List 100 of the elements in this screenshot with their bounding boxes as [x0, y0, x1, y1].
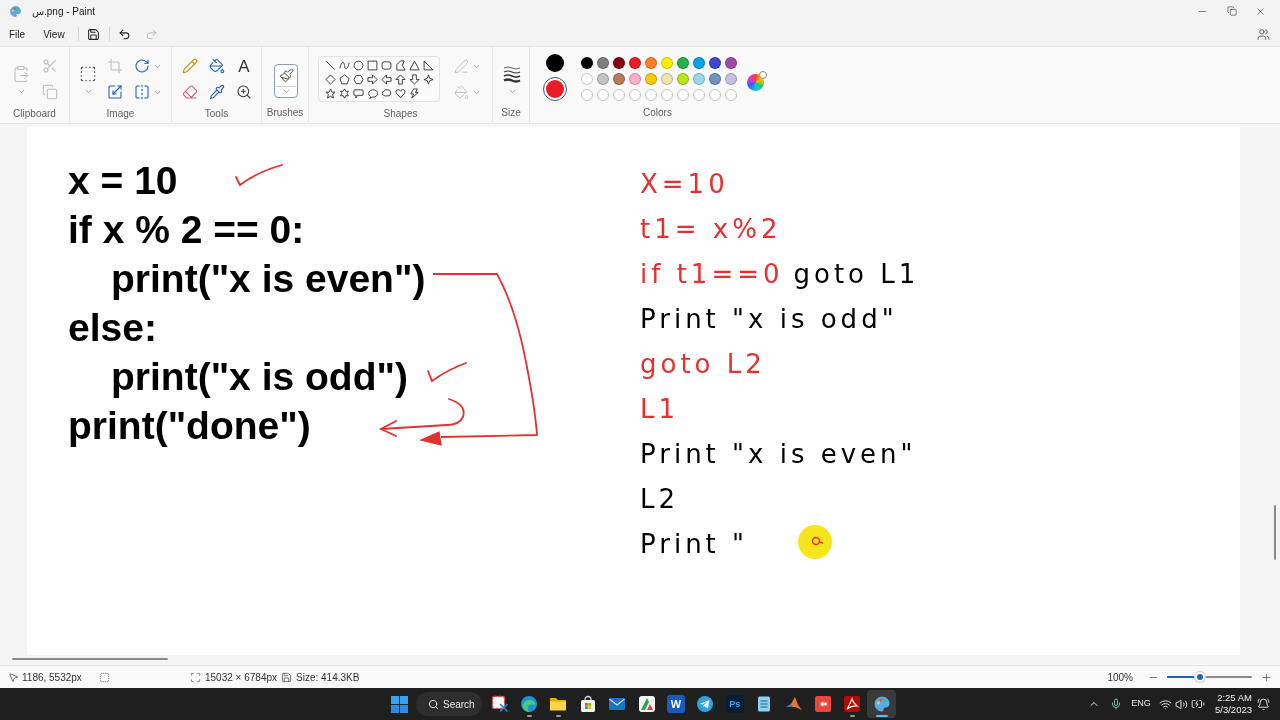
color-wheel-icon [747, 70, 767, 91]
color-swatch[interactable] [709, 57, 721, 69]
four-squares-icon [390, 695, 408, 713]
taskbar-app-button[interactable]: W [661, 690, 691, 718]
cursor-position: 1186, 5532px [22, 670, 82, 685]
color-swatch[interactable] [661, 73, 673, 85]
color-swatch[interactable] [725, 57, 737, 69]
document-tile-icon [843, 695, 862, 713]
line-shape-icon[interactable] [324, 59, 336, 71]
drawing-canvas[interactable]: x = 10 if x % 2 == 0: print("x is even") else: print("x is odd") print("done") X=10 t1= x%2 if t1==0 goto L1 Print "x is odd" goto L2 L1 Print "x is even" L2 Print " [27, 127, 1240, 655]
slider-thumb[interactable] [1195, 672, 1206, 682]
caret-icon [83, 87, 93, 96]
file-size-icon [281, 671, 292, 683]
check-mark-icon [427, 362, 467, 382]
handwritten-text: goto L2 [640, 348, 766, 379]
vertical-scrollbar[interactable] [1274, 505, 1276, 560]
taskbar-app-button[interactable] [867, 690, 897, 718]
empty-swatch[interactable] [613, 89, 625, 101]
hexagon-shape-icon[interactable] [352, 73, 364, 85]
handwritten-text: if t1==0 [640, 258, 784, 289]
window-title: س.png - Paint [32, 4, 96, 19]
color-swatch[interactable] [693, 57, 705, 69]
six-point-star-shape-icon[interactable] [338, 87, 350, 99]
color-swatch[interactable] [645, 73, 657, 85]
horizontal-scrollbar[interactable] [12, 658, 168, 660]
empty-swatch[interactable] [725, 89, 737, 101]
handwritten-text: Print " [640, 528, 749, 559]
color-swatch[interactable] [597, 73, 609, 85]
right-arrow-shape-icon[interactable] [366, 73, 378, 85]
taskbar-app-button[interactable]: Ps [720, 690, 750, 718]
right-triangle-shape-icon[interactable] [422, 59, 434, 71]
handwritten-text: t1= x%2 [640, 213, 782, 244]
heart-shape-icon[interactable] [394, 87, 406, 99]
oval-callout-shape-icon[interactable] [366, 87, 378, 99]
empty-swatch[interactable] [597, 89, 609, 101]
polygon-shape-icon[interactable] [394, 59, 406, 71]
color-swatch[interactable] [661, 57, 673, 69]
empty-swatch[interactable] [645, 89, 657, 101]
up-arrow-shape-icon[interactable] [394, 73, 406, 85]
people-icon [1256, 27, 1270, 41]
palette-icon [9, 4, 22, 18]
color-swatch[interactable] [677, 73, 689, 85]
color-swatch[interactable] [725, 73, 737, 85]
color-swatch[interactable] [613, 73, 625, 85]
empty-swatch[interactable] [709, 89, 721, 101]
zoom-slider[interactable] [1167, 672, 1252, 682]
handwritten-text: X=10 [640, 168, 729, 199]
selection-icon [99, 671, 110, 683]
empty-swatch[interactable] [677, 89, 689, 101]
group-label: Shapes [383, 107, 418, 120]
search-box[interactable]: Search [416, 692, 482, 716]
check-mark-icon [235, 164, 283, 186]
lightning-shape-icon[interactable] [408, 87, 420, 99]
code-line: if x % 2 == 0: [68, 207, 305, 253]
peak-surface-icon [784, 695, 803, 713]
group-label: Tools [204, 107, 229, 120]
empty-swatch[interactable] [693, 89, 705, 101]
search-icon [428, 698, 439, 710]
paint-bucket-icon [209, 58, 225, 74]
empty-swatch[interactable] [661, 89, 673, 101]
group-label: Colors [643, 107, 672, 120]
cloud-callout-shape-icon[interactable] [380, 87, 392, 99]
language-indicator[interactable]: ENG [1128, 692, 1154, 716]
rounded-rectangle-shape-icon[interactable] [380, 59, 392, 71]
oval-shape-icon[interactable] [352, 59, 364, 71]
color-swatch[interactable] [597, 57, 609, 69]
down-arrow-shape-icon[interactable] [408, 73, 420, 85]
color-swatch[interactable] [613, 57, 625, 69]
color-swatch[interactable] [677, 57, 689, 69]
empty-swatch[interactable] [581, 89, 593, 101]
color-swatch[interactable] [581, 73, 593, 85]
brushes-button[interactable] [274, 64, 298, 98]
handwritten-text: L1 [640, 393, 680, 424]
menu-item[interactable]: File [4, 24, 31, 44]
left-arrow-shape-icon[interactable] [380, 73, 392, 85]
edit-colors-button[interactable] [747, 70, 768, 91]
curve-shape-icon[interactable] [338, 59, 350, 71]
color-swatch[interactable] [581, 57, 593, 69]
four-point-star-shape-icon[interactable] [422, 73, 434, 85]
triangle-app-icon [637, 695, 656, 713]
folder-icon [549, 695, 568, 713]
five-point-star-shape-icon[interactable] [324, 87, 336, 99]
clock-button[interactable]: 2:25 AM 5/3/2023 [1210, 690, 1252, 718]
handwritten-text: Print "x is even" [640, 438, 917, 469]
pentagon-shape-icon[interactable] [338, 73, 350, 85]
color-swatch[interactable] [629, 57, 641, 69]
menu-item[interactable]: View [38, 24, 70, 44]
empty-swatch[interactable] [629, 89, 641, 101]
color-swatch[interactable] [709, 73, 721, 85]
diamond-tile-icon [814, 695, 832, 713]
color-swatch[interactable] [693, 73, 705, 85]
rounded-callout-shape-icon[interactable] [352, 87, 364, 99]
triangle-shape-icon[interactable] [408, 59, 420, 71]
letter-tile: Ps [725, 695, 744, 713]
code-line: else: [68, 305, 157, 351]
text-tool-button[interactable]: A [232, 54, 256, 78]
screen-snip-icon [490, 695, 509, 713]
color-swatch[interactable] [629, 73, 641, 85]
color-swatch[interactable] [645, 57, 657, 69]
rectangle-shape-icon[interactable] [366, 59, 378, 71]
